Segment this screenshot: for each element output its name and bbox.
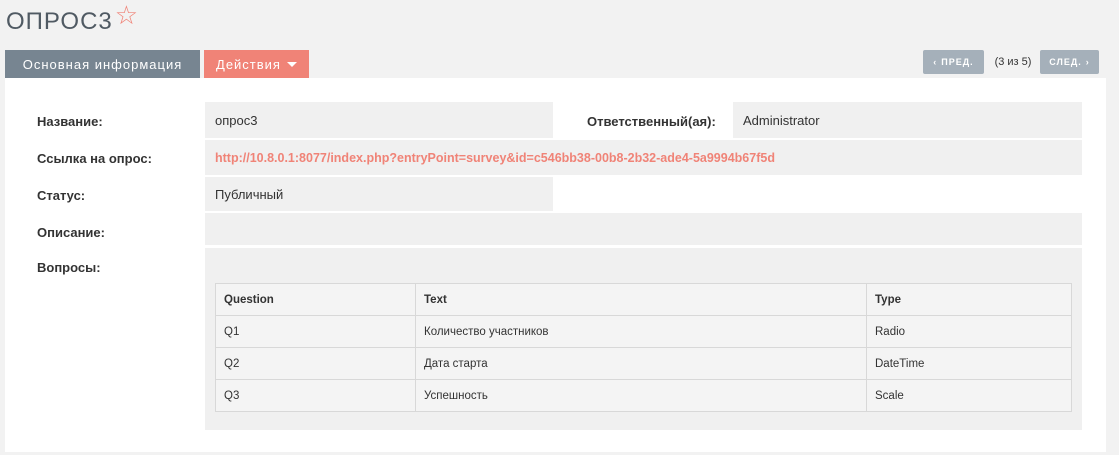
link-label: Ссылка на опрос:	[37, 151, 152, 166]
chevron-right-icon: ›	[1085, 57, 1090, 67]
questions-label: Вопросы:	[37, 260, 101, 275]
question-text: Дата старта	[415, 347, 867, 380]
table-row: Q2 Дата старта DateTime	[215, 347, 1072, 380]
status-value: Публичный	[205, 177, 553, 211]
description-label: Описание:	[37, 225, 105, 240]
link-value-container: http://10.8.0.1:8077/index.php?entryPoin…	[205, 140, 1082, 175]
page-title-text: ОПРОС3	[6, 8, 113, 35]
tab-main-info[interactable]: Основная информация	[5, 50, 200, 78]
record-counter: (3 из 5)	[994, 56, 1032, 68]
question-type: Scale	[866, 379, 1072, 412]
question-type: DateTime	[866, 347, 1072, 380]
page-title: ОПРОС3 ☆	[6, 2, 139, 36]
column-header-text: Text	[415, 283, 867, 316]
questions-table: Question Text Type Q1 Количество участни…	[215, 283, 1072, 412]
name-value: опрос3	[205, 102, 553, 138]
column-header-question: Question	[215, 283, 416, 316]
table-row: Q1 Количество участников Radio	[215, 315, 1072, 348]
prev-record-button[interactable]: ‹ ПРЕД.	[923, 50, 984, 74]
actions-label: Действия	[216, 56, 281, 72]
owner-value: Administrator	[733, 102, 1082, 138]
favorite-star-icon[interactable]: ☆	[115, 2, 139, 28]
next-label: СЛЕД.	[1049, 57, 1082, 67]
question-id: Q2	[215, 347, 416, 380]
question-id: Q3	[215, 379, 416, 412]
table-header-row: Question Text Type	[215, 283, 1072, 316]
column-header-type: Type	[866, 283, 1072, 316]
status-label: Статус:	[37, 188, 86, 203]
next-record-button[interactable]: СЛЕД. ›	[1040, 50, 1099, 74]
description-value	[205, 213, 1082, 245]
survey-link[interactable]: http://10.8.0.1:8077/index.php?entryPoin…	[215, 151, 775, 165]
question-text: Успешность	[415, 379, 867, 412]
name-label: Название:	[37, 114, 103, 129]
caret-down-icon	[286, 62, 297, 67]
prev-label: ПРЕД.	[941, 57, 974, 67]
actions-dropdown-button[interactable]: Действия	[204, 50, 309, 78]
owner-label: Ответственный(ая):	[587, 114, 716, 129]
question-text: Количество участников	[415, 315, 867, 348]
table-row: Q3 Успешность Scale	[215, 379, 1072, 412]
question-type: Radio	[866, 315, 1072, 348]
chevron-left-icon: ‹	[933, 57, 938, 67]
question-id: Q1	[215, 315, 416, 348]
